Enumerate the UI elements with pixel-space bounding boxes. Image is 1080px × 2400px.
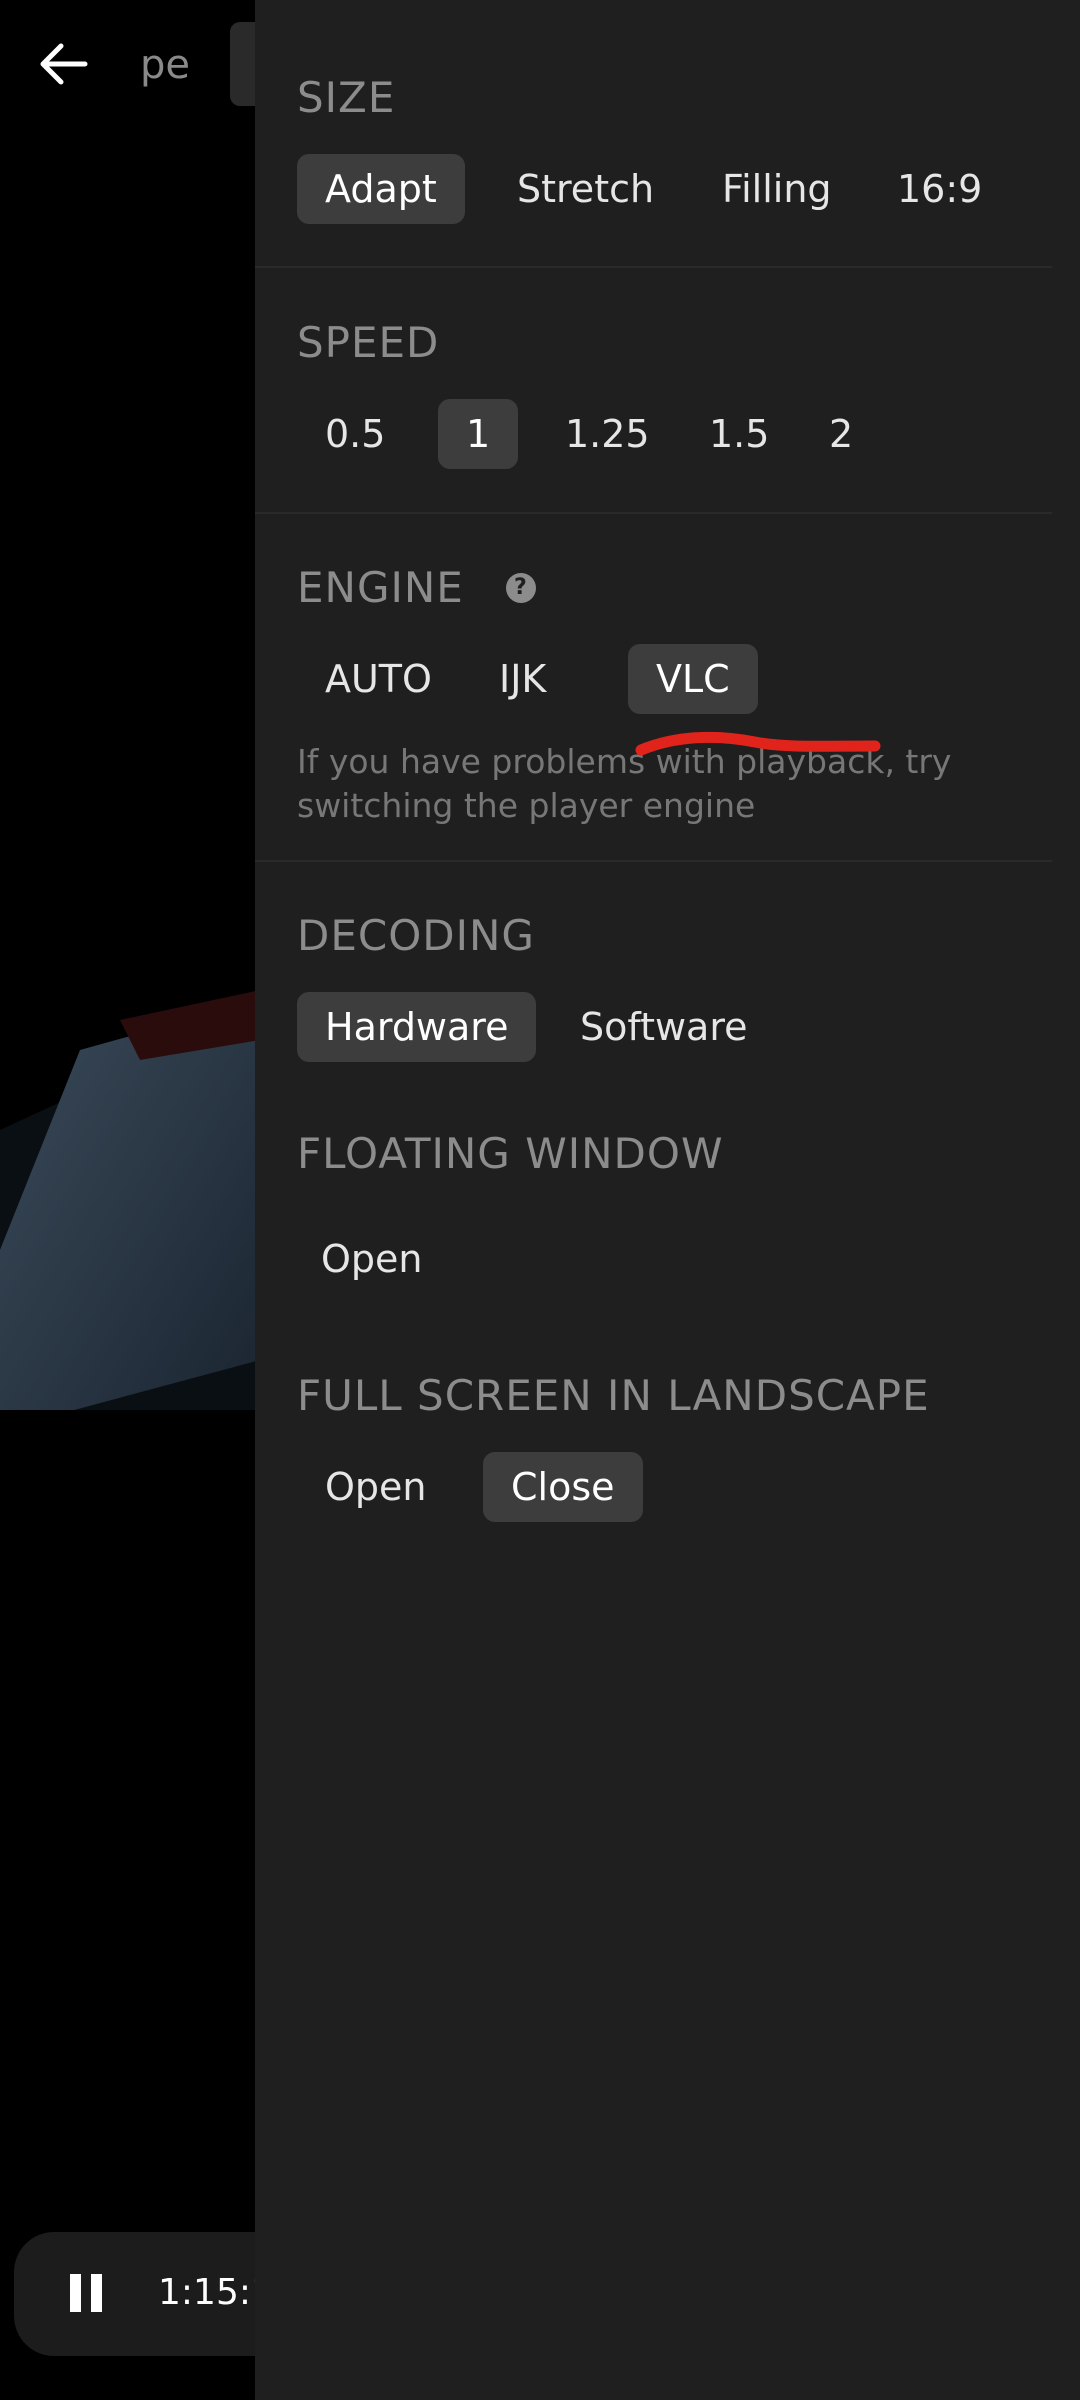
fullscreen-landscape-section: FULL SCREEN IN LANDSCAPE Open Close [297,1368,1080,1522]
engine-title-text: ENGINE [297,563,464,612]
engine-option-auto[interactable]: AUTO [297,644,460,714]
speed-options: 0.5 1 1.25 1.5 2 [297,399,1080,469]
engine-option-ijk[interactable]: IJK [471,644,574,714]
arrow-left-icon [40,43,88,85]
floating-window-options: Open [297,1224,1080,1294]
floating-window-section: FLOATING WINDOW Open [297,1126,1080,1294]
question-circle-icon[interactable]: ? [505,573,536,603]
engine-option-vlc[interactable]: VLC [628,644,758,714]
speed-option-2[interactable]: 2 [801,399,881,469]
size-section: SIZE Adapt Stretch Filling 16:9 [297,70,1080,224]
fullscreen-option-open[interactable]: Open [297,1452,455,1522]
red-underline-annotation [635,731,881,756]
floating-window-option-open[interactable]: Open [293,1224,451,1294]
engine-title: ENGINE ? [297,560,1080,616]
speed-option-1-5[interactable]: 1.5 [681,399,797,469]
video-title: pe [140,42,190,88]
speed-option-1-25[interactable]: 1.25 [537,399,678,469]
decoding-option-hardware[interactable]: Hardware [297,992,537,1062]
decoding-option-software[interactable]: Software [552,992,776,1062]
size-title: SIZE [297,73,396,122]
back-button[interactable] [30,30,98,98]
decoding-options: Hardware Software [297,992,1080,1062]
decoding-title: DECODING [297,911,535,960]
size-option-adapt[interactable]: Adapt [297,154,465,224]
fullscreen-landscape-options: Open Close [297,1452,1080,1522]
size-option-stretch[interactable]: Stretch [489,154,682,224]
engine-section: ENGINE ? AUTO IJK VLC If you have proble… [297,560,1080,828]
speed-section: SPEED 0.5 1 1.25 1.5 2 [297,315,1080,469]
player-screen: pe 1:15:1 SIZE Adapt Stretch Filling 16:… [0,0,1080,2400]
size-options: Adapt Stretch Filling 16:9 [297,154,1080,224]
engine-options: AUTO IJK VLC [297,644,1080,714]
fullscreen-option-close[interactable]: Close [483,1452,643,1522]
size-option-16-9[interactable]: 16:9 [869,154,1010,224]
pause-icon[interactable] [70,2274,110,2314]
video-frame[interactable] [0,930,260,1430]
speed-option-0-5[interactable]: 0.5 [297,399,413,469]
decoding-section: DECODING Hardware Software [297,908,1080,1062]
size-option-filling[interactable]: Filling [694,154,860,224]
divider [255,860,1052,862]
divider [255,512,1052,514]
divider [255,266,1052,268]
speed-title: SPEED [297,318,440,367]
speed-option-1[interactable]: 1 [438,399,519,469]
settings-panel: SIZE Adapt Stretch Filling 16:9 SPEED 0.… [255,0,1080,2400]
floating-window-title: FLOATING WINDOW [297,1129,724,1178]
fullscreen-landscape-title: FULL SCREEN IN LANDSCAPE [297,1371,930,1420]
